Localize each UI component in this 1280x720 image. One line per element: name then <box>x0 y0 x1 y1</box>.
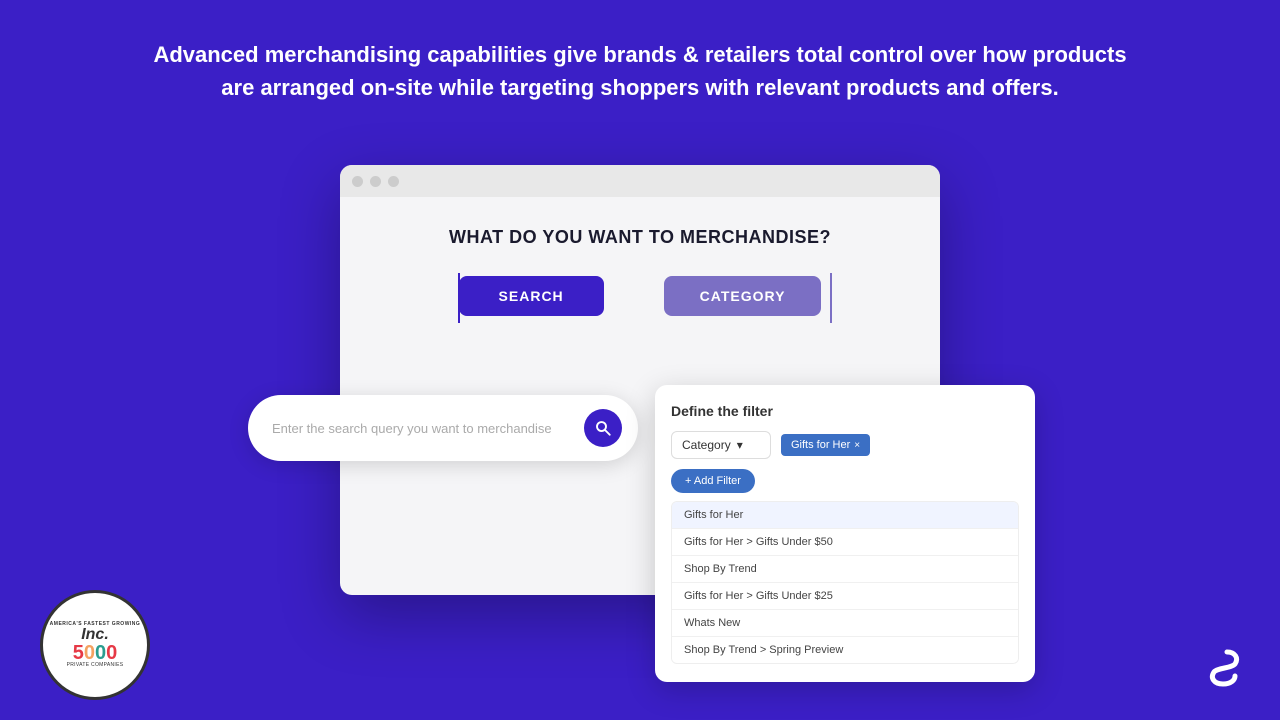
filter-tag[interactable]: Gifts for Her × <box>781 434 870 456</box>
browser-window: WHAT DO YOU WANT TO MERCHANDISE? SEARCH … <box>340 165 940 595</box>
inc-logo: Inc. <box>50 627 141 643</box>
dot-green <box>388 176 399 187</box>
tag-label: Gifts for Her <box>791 439 850 451</box>
category-button[interactable]: CATEGORY <box>664 276 822 316</box>
dropdown-label: Category <box>682 438 731 452</box>
dot-yellow <box>370 176 381 187</box>
buttons-row: SEARCH CATEGORY <box>360 276 920 316</box>
list-item[interactable]: Shop By Trend > Spring Preview <box>672 637 1018 663</box>
list-item[interactable]: Gifts for Her > Gifts Under $25 <box>672 583 1018 610</box>
list-item[interactable]: Gifts for Her <box>672 502 1018 529</box>
search-button[interactable]: SEARCH <box>459 276 604 316</box>
hero-line1: Advanced merchandising capabilities give… <box>80 38 1200 71</box>
inc-5000-badge: AMERICA'S FASTEST GROWING Inc. 5000 PRIV… <box>40 590 150 700</box>
add-filter-button[interactable]: + Add Filter <box>671 469 755 493</box>
search-icon <box>594 419 612 437</box>
list-item[interactable]: Gifts for Her > Gifts Under $50 <box>672 529 1018 556</box>
connector-category-line <box>830 273 832 323</box>
filter-title: Define the filter <box>671 403 1019 419</box>
dot-red <box>352 176 363 187</box>
company-logo <box>1197 642 1245 695</box>
category-dropdown[interactable]: Category ▾ <box>671 431 771 459</box>
tag-remove-icon[interactable]: × <box>854 440 860 451</box>
browser-titlebar <box>340 165 940 197</box>
filter-panel: Define the filter Category ▾ Gifts for H… <box>655 385 1035 682</box>
connector-search-line <box>458 273 460 323</box>
filter-list: Gifts for Her Gifts for Her > Gifts Unde… <box>671 501 1019 664</box>
inc-america-text: AMERICA'S FASTEST GROWING <box>50 622 141 628</box>
add-filter-row: + Add Filter <box>671 469 1019 493</box>
filter-row: Category ▾ Gifts for Her × <box>671 431 1019 459</box>
merchandise-title: WHAT DO YOU WANT TO MERCHANDISE? <box>360 227 920 248</box>
browser-content: WHAT DO YOU WANT TO MERCHANDISE? SEARCH … <box>340 197 940 336</box>
search-panel: Enter the search query you want to merch… <box>248 395 638 461</box>
inc-badge-content: AMERICA'S FASTEST GROWING Inc. 5000 PRIV… <box>50 622 141 669</box>
list-item[interactable]: Shop By Trend <box>672 556 1018 583</box>
inc-5000-number: 5000 <box>50 643 141 663</box>
hero-text: Advanced merchandising capabilities give… <box>0 0 1280 124</box>
inc-private-text: PRIVATE COMPANIES <box>50 663 141 669</box>
search-placeholder: Enter the search query you want to merch… <box>272 421 584 436</box>
hero-line2: are arranged on-site while targeting sho… <box>80 71 1200 104</box>
logo-svg <box>1197 642 1245 690</box>
list-item[interactable]: Whats New <box>672 610 1018 637</box>
search-icon-circle[interactable] <box>584 409 622 447</box>
chevron-down-icon: ▾ <box>737 438 743 452</box>
